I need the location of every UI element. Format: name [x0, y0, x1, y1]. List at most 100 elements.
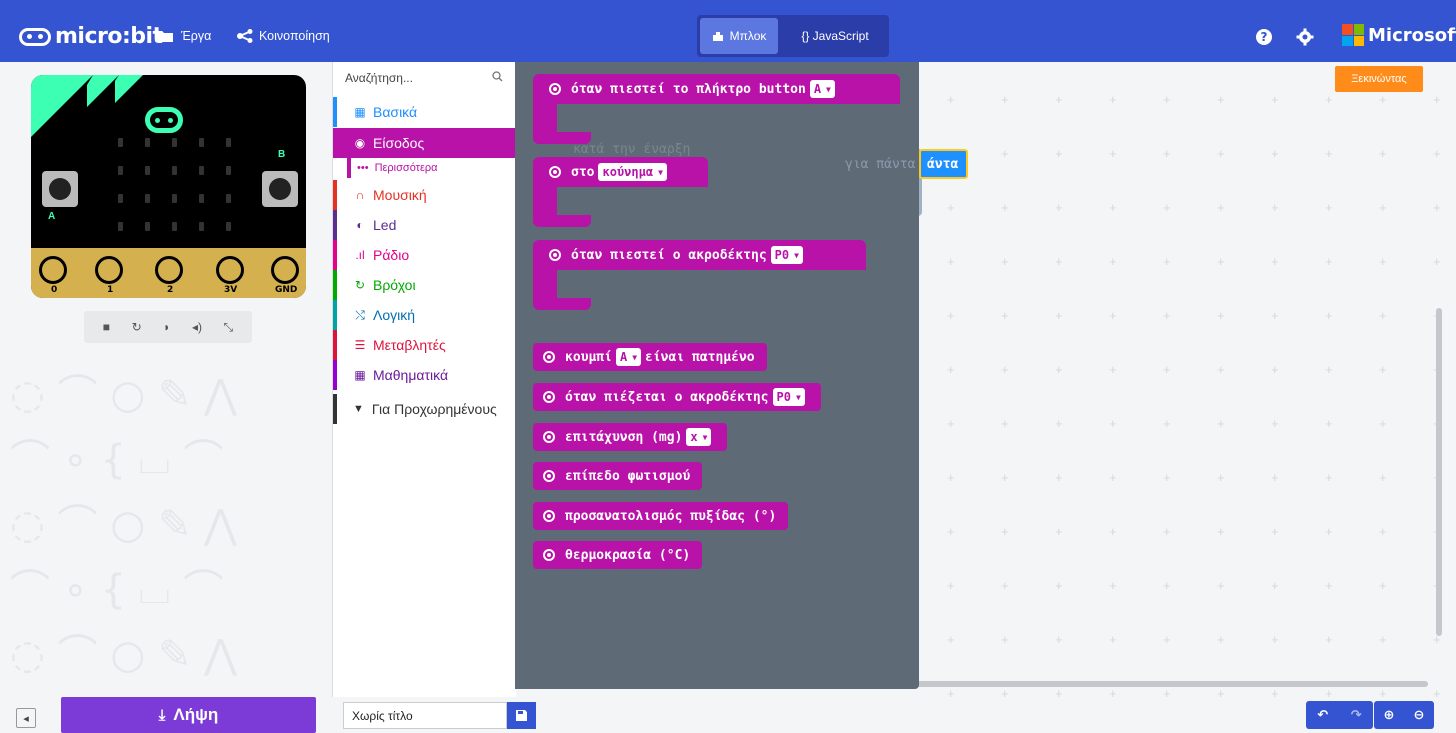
mute-icon[interactable]: ◂): [192, 320, 202, 334]
button-a[interactable]: [42, 171, 78, 207]
led-pixel[interactable]: [226, 194, 231, 203]
block-text: επιτάχυνση (mg): [565, 429, 683, 445]
pin-3v[interactable]: [216, 256, 244, 284]
blocks-flyout: όταν πιεστεί το πλήκτρο button A ▼ κατά τ…: [515, 62, 919, 689]
zoom-out-icon[interactable]: ⊖: [1414, 707, 1425, 723]
search-input[interactable]: Αναζήτηση...: [345, 71, 413, 85]
led-pixel[interactable]: [199, 138, 204, 147]
tab-blocks-label: Μπλοκ: [729, 29, 767, 43]
toolbox-category-led[interactable]: ◐ Led: [333, 210, 517, 240]
input-icon: [549, 166, 561, 178]
search-icon[interactable]: [492, 71, 503, 82]
led-pixel[interactable]: [145, 166, 150, 175]
grid-marker: +: [1109, 524, 1117, 539]
toolbox-category-math[interactable]: ▦ Μαθηματικά: [333, 360, 517, 390]
axis-dropdown[interactable]: x ▼: [686, 428, 712, 446]
input-icon: [543, 351, 555, 363]
help-icon[interactable]: ?: [1255, 28, 1273, 46]
block-button-is-pressed[interactable]: κουμπί A ▼ είναι πατημένο: [533, 343, 767, 371]
pin-gnd[interactable]: [271, 256, 299, 284]
led-pixel[interactable]: [199, 222, 204, 231]
led-pixel[interactable]: [172, 222, 177, 231]
toolbox-category-basic[interactable]: ▦ Βασικά: [333, 97, 517, 127]
grid-marker: +: [1163, 416, 1171, 431]
slow-mo-icon[interactable]: ◗: [163, 320, 170, 334]
block-pin-is-pressed[interactable]: όταν πιέζεται ο ακροδέκτης P0 ▼: [533, 383, 821, 411]
toolbox-category-input[interactable]: ◉ Είσοδος: [333, 128, 517, 158]
led-pixel[interactable]: [118, 138, 123, 147]
fullscreen-icon[interactable]: ⤡: [224, 320, 234, 335]
led-pixel[interactable]: [145, 138, 150, 147]
input-icon: [543, 470, 555, 482]
vertical-scrollbar[interactable]: [1436, 308, 1442, 636]
button-b[interactable]: [262, 171, 298, 207]
led-pixel[interactable]: [199, 166, 204, 175]
background-pattern: ⌒ ∘ { ⌴ ⌒: [10, 567, 224, 613]
led-pixel[interactable]: [226, 222, 231, 231]
undo-icon[interactable]: ↶: [1317, 707, 1328, 723]
toolbox-category-variables[interactable]: ☰ Μεταβλητές: [333, 330, 517, 360]
grid-marker: +: [947, 308, 955, 323]
zoom-in-icon[interactable]: ⊕: [1384, 707, 1395, 723]
led-pixel[interactable]: [145, 194, 150, 203]
led-pixel[interactable]: [145, 222, 150, 231]
led-pixel[interactable]: [118, 194, 123, 203]
led-pixel[interactable]: [226, 138, 231, 147]
grid-marker: +: [947, 200, 955, 215]
caret-down-icon: ▼: [702, 432, 708, 442]
led-pixel[interactable]: [118, 166, 123, 175]
blocks-workspace[interactable]: + + + + + + + + + + + + + + + + + + + + + + + + + + + + + + + + + + + + + + + +…: [919, 62, 1456, 697]
block-acceleration[interactable]: επιτάχυνση (mg) x ▼: [533, 423, 728, 451]
toolbox-category-loops[interactable]: ↻ Βρόχοι: [333, 270, 517, 300]
led-pixel[interactable]: [118, 222, 123, 231]
grid-icon: ▦: [354, 105, 366, 119]
led-pixel[interactable]: [199, 194, 204, 203]
led-pixel[interactable]: [172, 138, 177, 147]
tab-blocks[interactable]: Μπλοκ: [700, 18, 778, 54]
led-pixel[interactable]: [172, 194, 177, 203]
microbit-board[interactable]: A B 0 1 2 3V GND: [31, 75, 306, 298]
grid-marker: +: [1217, 308, 1225, 323]
toolbox-category-logic[interactable]: ⤭ Λογική: [333, 300, 517, 330]
projects-button[interactable]: Έργα: [155, 29, 211, 43]
microbit-logo-link[interactable]: micro:bit: [19, 24, 163, 49]
pin-dropdown[interactable]: P0 ▼: [772, 388, 805, 406]
block-temperature[interactable]: θερμοκρασία (°C): [533, 541, 703, 569]
microsoft-link[interactable]: Microsoft: [1342, 24, 1456, 46]
button-dropdown[interactable]: A ▼: [615, 348, 642, 366]
button-dropdown[interactable]: A ▼: [809, 80, 835, 98]
pin-2[interactable]: [155, 256, 183, 284]
gear-icon[interactable]: [1296, 28, 1314, 46]
share-button[interactable]: Κοινοποίηση: [237, 29, 330, 43]
stop-icon[interactable]: ■: [103, 320, 110, 334]
save-button[interactable]: [507, 702, 536, 729]
toolbox-subcategory-more[interactable]: ••• Περισσότερα: [347, 158, 517, 178]
restart-icon[interactable]: ↻: [132, 320, 142, 334]
gesture-dropdown[interactable]: κούνημα ▼: [598, 163, 667, 181]
toolbox-search[interactable]: Αναζήτηση...: [333, 62, 517, 92]
block-compass-heading[interactable]: προσανατολισμός πυξίδας (°): [533, 502, 789, 530]
led-pixel[interactable]: [226, 166, 231, 175]
grid-marker: +: [1001, 686, 1009, 697]
block-text: όταν πιεστεί το πλήκτρο button: [571, 81, 806, 97]
button-a-label: A: [48, 211, 56, 222]
pin-0[interactable]: [39, 256, 67, 284]
toolbox-category-radio[interactable]: .ıl Ράδιο: [333, 240, 517, 270]
category-label: Ράδιο: [373, 247, 410, 263]
download-button[interactable]: ⤓ Λήψη: [61, 697, 316, 733]
block-light-level[interactable]: επίπεδο φωτισμού: [533, 462, 703, 490]
toolbox-category-music[interactable]: ∩ Μουσική: [333, 180, 517, 210]
collapse-simulator-button[interactable]: ◂: [16, 708, 36, 728]
pin-dropdown[interactable]: P0 ▼: [770, 246, 803, 264]
led-pixel[interactable]: [172, 166, 177, 175]
forever-block[interactable]: άντα: [919, 149, 969, 179]
tab-javascript[interactable]: {} JavaScript: [787, 18, 883, 54]
project-name-input[interactable]: [343, 702, 507, 729]
toolbox-advanced[interactable]: ▼ Για Προχωρημένους: [333, 394, 517, 424]
getting-started-button[interactable]: Ξεκινώντας: [1335, 66, 1423, 92]
ghost-start-label: κατά την έναρξη: [573, 142, 691, 157]
grid-marker: +: [1001, 362, 1009, 377]
pin-1[interactable]: [95, 256, 123, 284]
redo-icon[interactable]: ↷: [1351, 707, 1362, 723]
grid-marker: +: [1109, 254, 1117, 269]
